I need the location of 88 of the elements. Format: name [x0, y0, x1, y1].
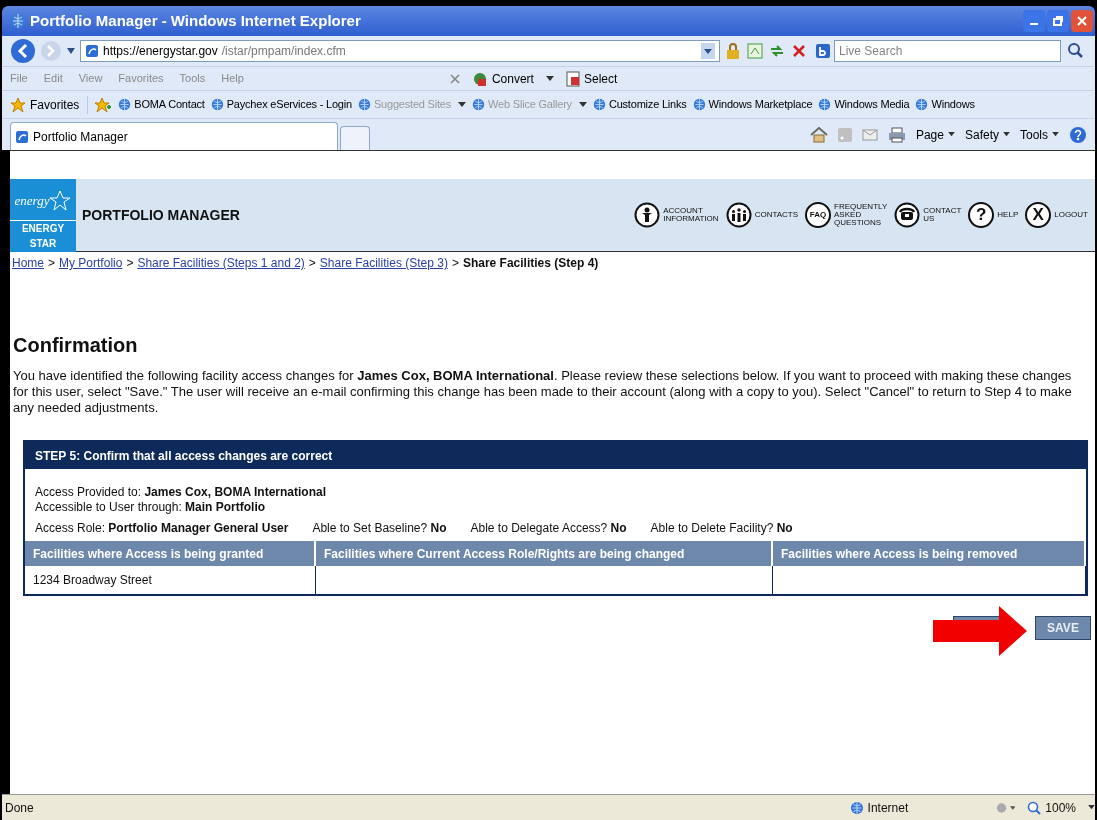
- detail-item: Access Role: Portfolio Manager General User: [35, 520, 289, 537]
- close-icon[interactable]: [449, 73, 460, 84]
- document-icon: [565, 70, 580, 87]
- printer-icon[interactable]: [887, 126, 906, 143]
- favorite-link[interactable]: Customize Links: [592, 96, 687, 113]
- zoom-button[interactable]: 100%: [1027, 798, 1095, 817]
- breadcrumb-separator: >: [126, 255, 134, 272]
- breadcrumb-link[interactable]: Share Facilities (Steps 1 and 2): [137, 254, 305, 272]
- ie-icon: [592, 98, 606, 111]
- ie-icon: [357, 98, 371, 111]
- search-field[interactable]: Live Search: [834, 40, 1061, 62]
- nav-icon: ?: [968, 202, 995, 228]
- ie-icon: [818, 98, 832, 111]
- breadcrumb-link[interactable]: Home: [12, 254, 44, 272]
- caret-icon[interactable]: [1052, 132, 1059, 137]
- restore-icon[interactable]: [1050, 13, 1066, 29]
- security-zone: Internet: [849, 798, 995, 817]
- protected-mode-icon[interactable]: [994, 800, 1016, 815]
- breadcrumb-current: Share Facilities (Step 4): [462, 255, 599, 272]
- favorite-link[interactable]: Paychex eServices - Login: [210, 96, 352, 113]
- column-header: Facilities where Access is being removed: [772, 541, 1085, 566]
- favorite-link[interactable]: Windows Marketplace: [692, 96, 813, 113]
- dropdown-icon[interactable]: [66, 47, 76, 55]
- command-button[interactable]: Safety: [964, 125, 1010, 144]
- person-icon: [634, 202, 661, 228]
- ie-icon: [692, 98, 706, 111]
- table-cell: 1234 Broadway Street: [25, 566, 315, 594]
- ie-icon: [118, 98, 132, 111]
- nav-icon: X: [1025, 202, 1052, 228]
- help-icon[interactable]: [1069, 125, 1087, 144]
- page-heading: Confirmation: [13, 333, 139, 358]
- caret-icon[interactable]: [947, 132, 955, 137]
- toolbar-button[interactable]: Convert: [471, 69, 554, 88]
- caret-icon[interactable]: [1088, 805, 1095, 810]
- zoom-icon: [1027, 800, 1042, 815]
- detail-line: Accessible to User through: Main Portfolio: [35, 500, 267, 515]
- detail-line: Access Provided to: James Cox, BOMA International: [35, 485, 327, 500]
- favorite-link[interactable]: BOMA Contact: [118, 96, 205, 113]
- page-icon: [85, 44, 99, 58]
- nav-link[interactable]: X LOGOUT: [1025, 202, 1088, 228]
- home-icon[interactable]: [809, 126, 828, 143]
- command-button[interactable]: Tools: [1020, 125, 1059, 144]
- breadcrumb-link[interactable]: My Portfolio: [59, 254, 123, 272]
- nav-link[interactable]: FAQ FREQUENTLY ASKED QUESTIONS: [805, 202, 888, 228]
- favorites-button[interactable]: Favorites: [10, 95, 89, 114]
- window-title: Portfolio Manager - Windows Internet Explorer: [30, 10, 362, 31]
- site-title: PORTFOLIO MANAGER: [82, 205, 241, 225]
- command-button[interactable]: Page: [915, 125, 955, 144]
- toolbar-button[interactable]: Select: [565, 69, 618, 88]
- back-button[interactable]: [10, 38, 36, 64]
- favorite-link[interactable]: Windows: [915, 96, 975, 113]
- cancel-button[interactable]: [953, 616, 999, 620]
- breadcrumb-separator: >: [48, 255, 56, 272]
- energy-star-logo[interactable]: energy ENERGY STAR: [10, 178, 76, 252]
- caret-icon[interactable]: [545, 75, 554, 82]
- compatibility-icon[interactable]: [746, 42, 764, 60]
- group-icon: [725, 202, 752, 228]
- browser-tab[interactable]: Portfolio Manager: [10, 122, 338, 150]
- detail-item: Able to Set Baseline? No: [312, 520, 447, 537]
- column-header: Facilities where Current Access Role/Rights are being changed: [315, 541, 772, 566]
- panel-header: STEP 5: Confirm that all access changes are correct: [25, 442, 1086, 469]
- favorite-link[interactable]: Windows Media: [818, 96, 910, 113]
- phone-icon: [894, 202, 921, 228]
- caret-icon[interactable]: [1003, 132, 1010, 137]
- address-field[interactable]: https://energystar.gov /istar/pmpam/index.cfm: [80, 40, 720, 62]
- status-text: Done: [4, 799, 35, 817]
- detail-item: Able to Delegate Access? No: [470, 520, 627, 537]
- column-header: Facilities where Access is being granted: [25, 541, 315, 566]
- intro-paragraph: You have identified the following facility access changes for James Cox, BOMA International. Please review these selections below. If you want to proceed with making these changes for this user, select "Save." The user will receive an e-mail confirming this change has been made to their account (along with a copy to you). Select "Cancel" to return to Step 4 to make any needed adjustments.: [13, 368, 1073, 416]
- add-favorite-icon[interactable]: [94, 96, 113, 113]
- breadcrumb-link[interactable]: Share Facilities (Step 3): [319, 254, 448, 272]
- nav-icon: FAQ: [805, 202, 832, 228]
- convert-icon: [471, 70, 488, 87]
- ie-icon: [915, 98, 929, 111]
- breadcrumb-separator: >: [308, 255, 316, 272]
- nav-link[interactable]: CONTACT US: [894, 202, 962, 228]
- star-icon: [10, 96, 26, 113]
- search-provider-icon: [816, 44, 830, 58]
- dropdown-icon[interactable]: [701, 43, 715, 59]
- breadcrumb-separator: >: [451, 255, 459, 272]
- page-icon: [15, 129, 29, 144]
- detail-item: Able to Delete Facility? No: [650, 520, 793, 537]
- ie-icon: [472, 98, 486, 111]
- lock-icon[interactable]: [724, 42, 742, 60]
- nav-link[interactable]: ACCOUNT INFORMATION: [634, 202, 719, 228]
- nav-link[interactable]: CONTACTS: [725, 202, 799, 228]
- nav-link[interactable]: ? HELP: [968, 202, 1019, 228]
- ie-icon: [210, 98, 224, 111]
